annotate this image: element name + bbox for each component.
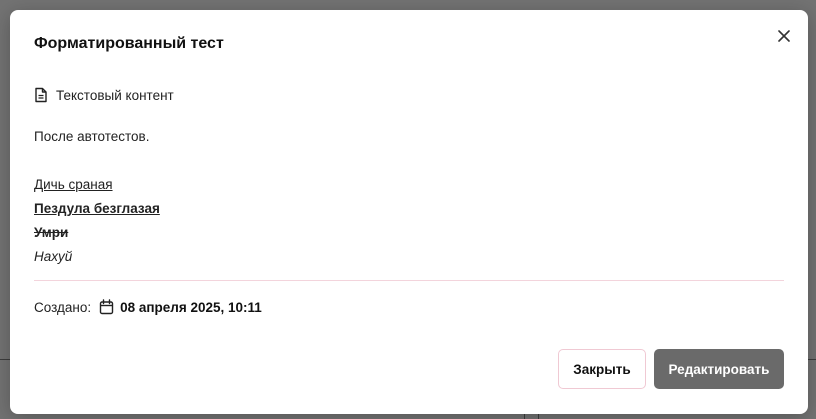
content-underlined-text: Дичь сраная xyxy=(34,177,113,192)
calendar-icon xyxy=(99,299,114,315)
content-italic-text: Нахуй xyxy=(34,249,73,264)
formatted-content: После автотестов. Дичь сраная Пездула бе… xyxy=(34,125,160,269)
close-button[interactable]: Закрыть xyxy=(558,349,646,389)
content-bold-underlined-text: Пездула безглазая xyxy=(34,201,160,216)
document-icon xyxy=(34,87,48,103)
modal-dialog: Форматированный тест Текстовый контент П… xyxy=(10,10,808,414)
section-label: Текстовый контент xyxy=(56,87,174,103)
close-icon xyxy=(778,30,790,42)
created-row: Создано: 08 апреля 2025, 10:11 xyxy=(34,299,262,315)
created-date-value: 08 апреля 2025, 10:11 xyxy=(120,299,262,315)
content-bold-strikethrough-text: Умри xyxy=(34,225,69,240)
content-paragraph: После автотестов. xyxy=(34,129,150,144)
created-label: Создано: xyxy=(34,299,92,315)
created-date: 08 апреля 2025, 10:11 xyxy=(99,299,262,315)
modal-title: Форматированный тест xyxy=(34,35,224,52)
close-icon-button[interactable] xyxy=(774,26,794,46)
divider xyxy=(34,280,784,281)
section-header: Текстовый контент xyxy=(34,87,174,103)
edit-button[interactable]: Редактировать xyxy=(654,349,784,389)
